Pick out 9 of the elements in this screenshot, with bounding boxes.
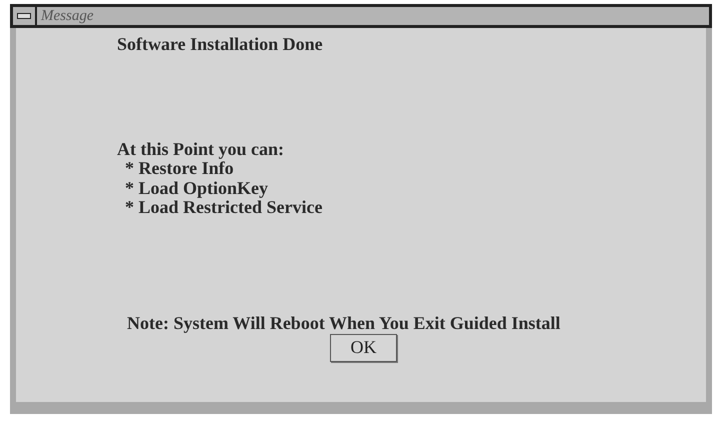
option-item: * Restore Info bbox=[124, 159, 234, 178]
menu-icon[interactable] bbox=[17, 13, 31, 19]
option-item: * Load OptionKey bbox=[124, 178, 270, 198]
intro-text: At this Point you can: bbox=[117, 139, 286, 159]
note-text: Note: System Will Reboot When You Exit Guided Install bbox=[126, 312, 562, 334]
heading: Software Installation Done bbox=[117, 33, 324, 55]
window-title: Message bbox=[40, 7, 94, 25]
option-item: * Load Restricted Service bbox=[124, 198, 324, 218]
ok-button[interactable]: OK bbox=[330, 334, 397, 362]
